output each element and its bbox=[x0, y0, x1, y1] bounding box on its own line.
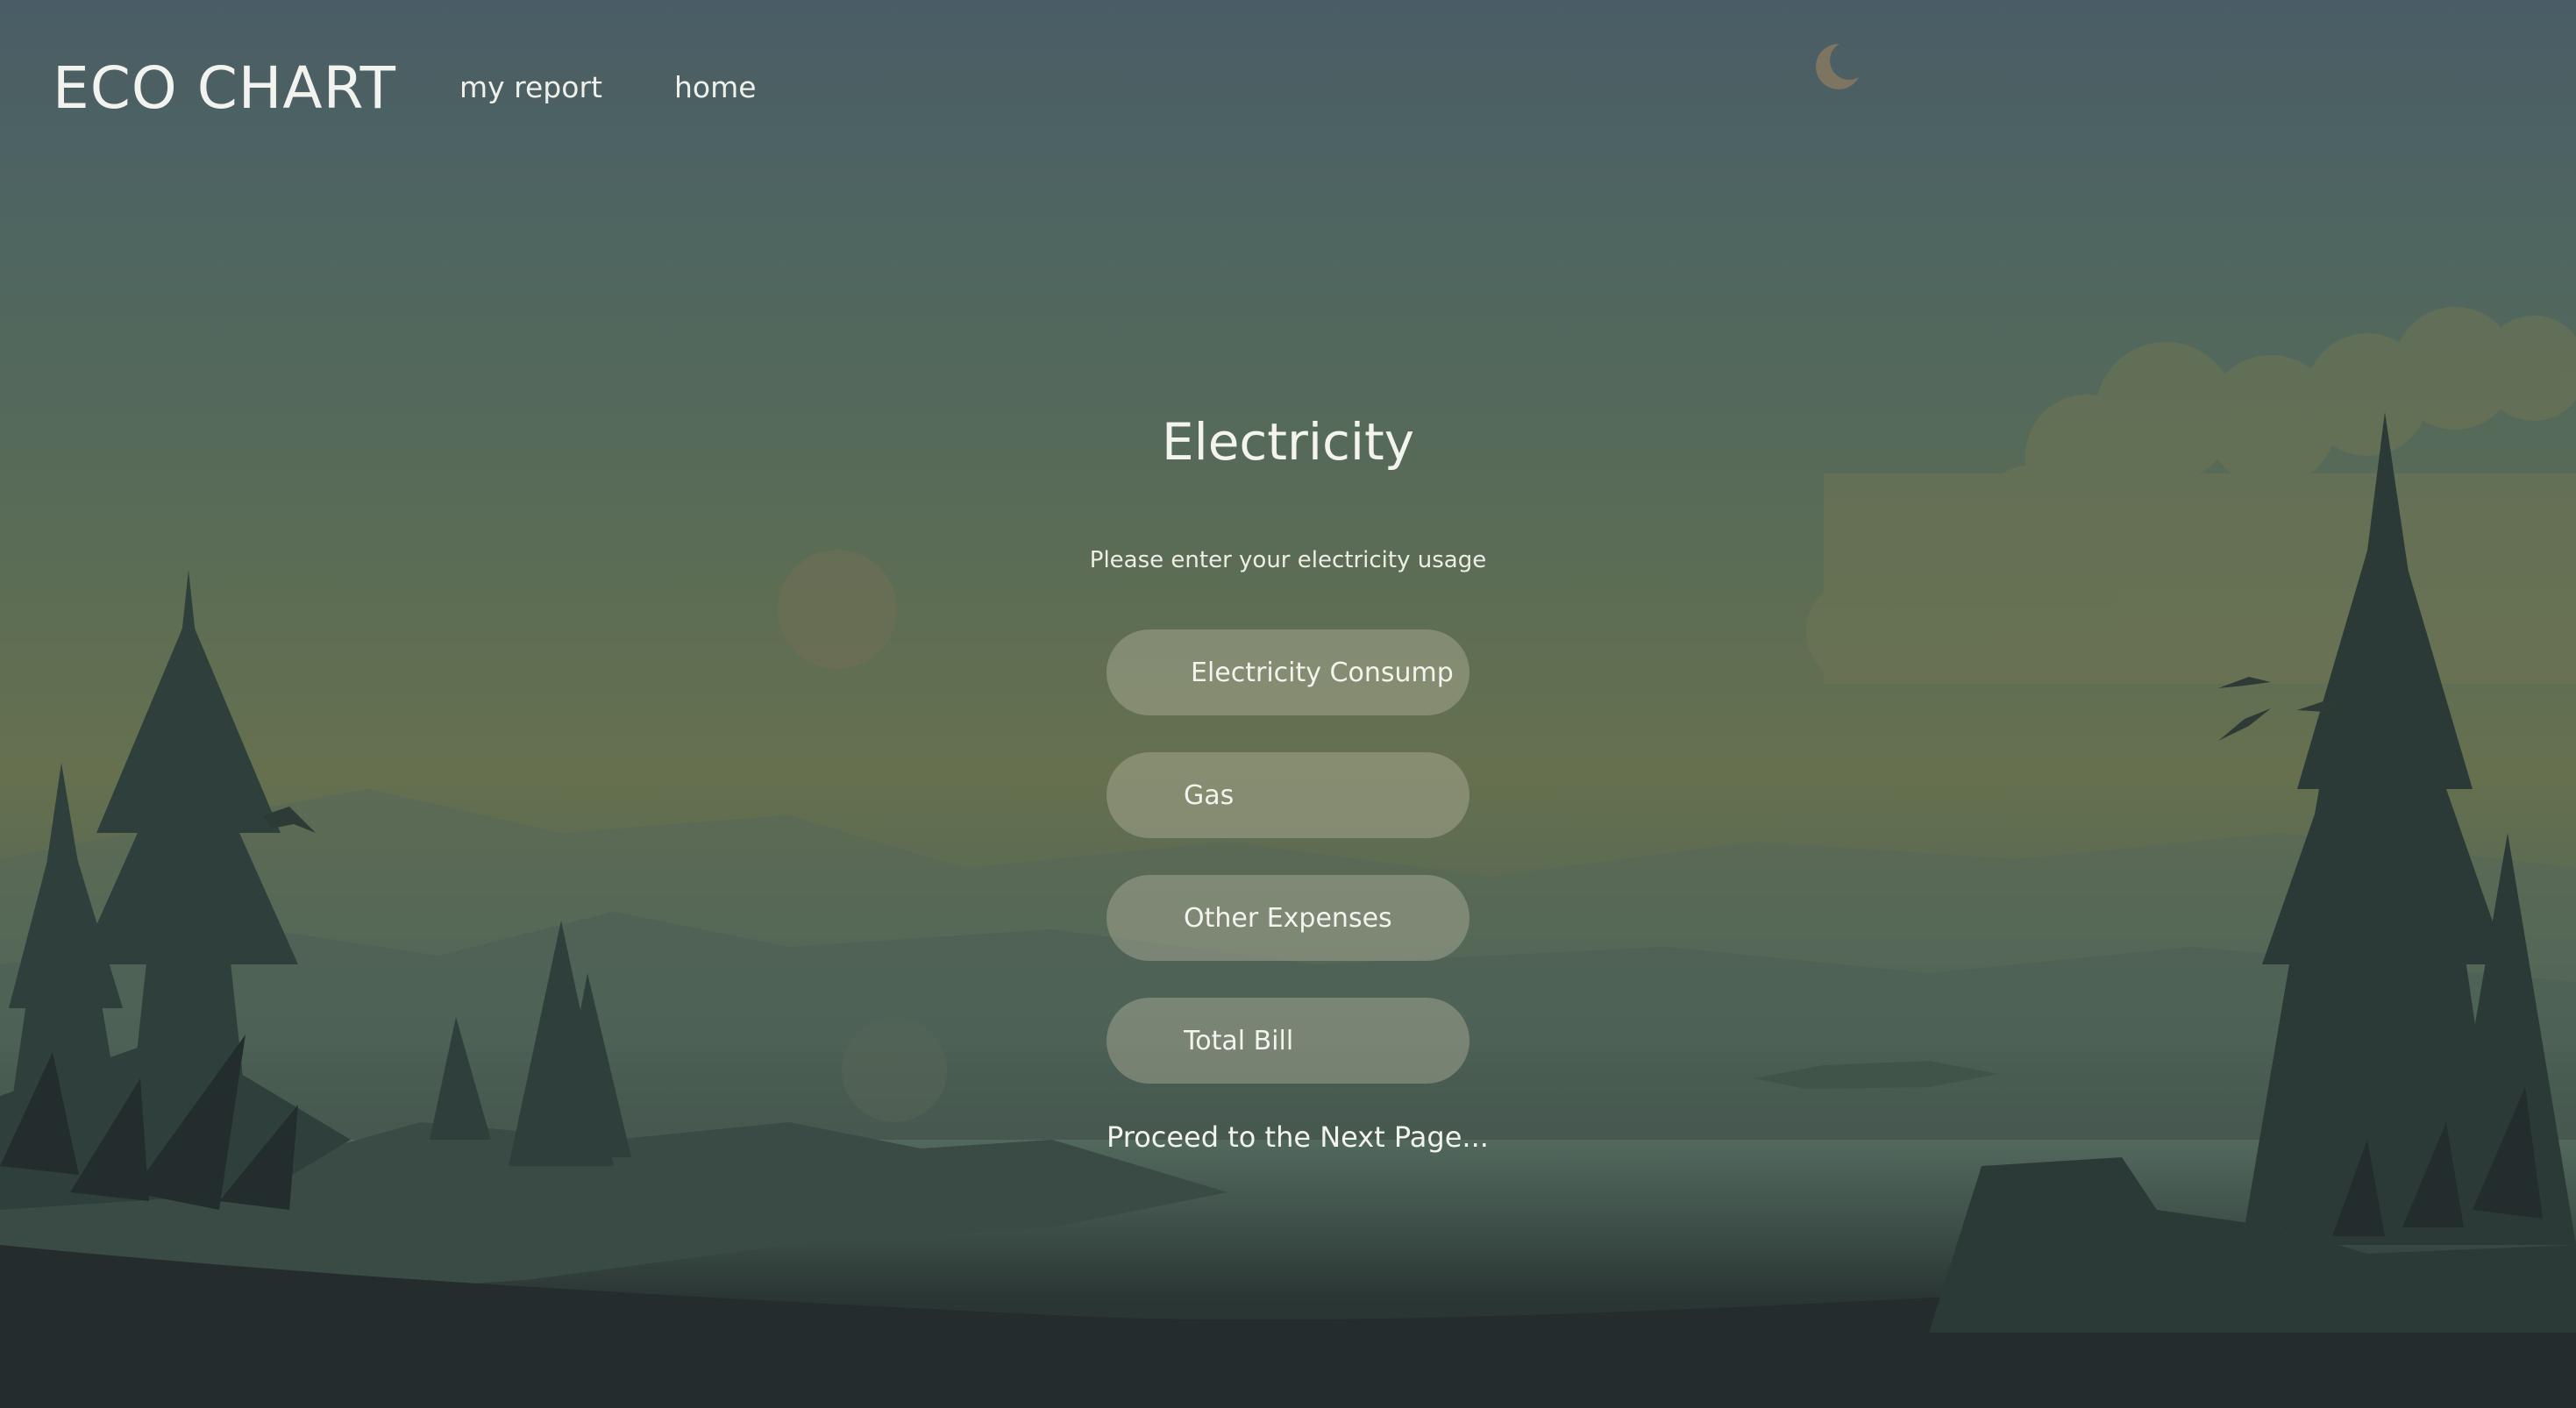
proceed-next-page-link[interactable]: Proceed to the Next Page... bbox=[1107, 1120, 1489, 1154]
page: ECO CHART my report home Electricity Ple… bbox=[0, 0, 2576, 1408]
moon-icon bbox=[1815, 43, 1859, 89]
site-logo[interactable]: ECO CHART bbox=[53, 54, 396, 122]
page-title: Electricity bbox=[1161, 412, 1415, 472]
clouds bbox=[1806, 307, 2576, 684]
gas-input[interactable] bbox=[1107, 752, 1469, 838]
form-instructions: Please enter your electricity usage bbox=[1089, 547, 1487, 573]
total-bill-input[interactable] bbox=[1107, 998, 1469, 1084]
nav-link-my-report[interactable]: my report bbox=[459, 70, 602, 104]
other-expenses-input[interactable] bbox=[1107, 875, 1469, 961]
nav-link-home[interactable]: home bbox=[674, 70, 757, 104]
electricity-consumption-input[interactable] bbox=[1107, 629, 1469, 715]
